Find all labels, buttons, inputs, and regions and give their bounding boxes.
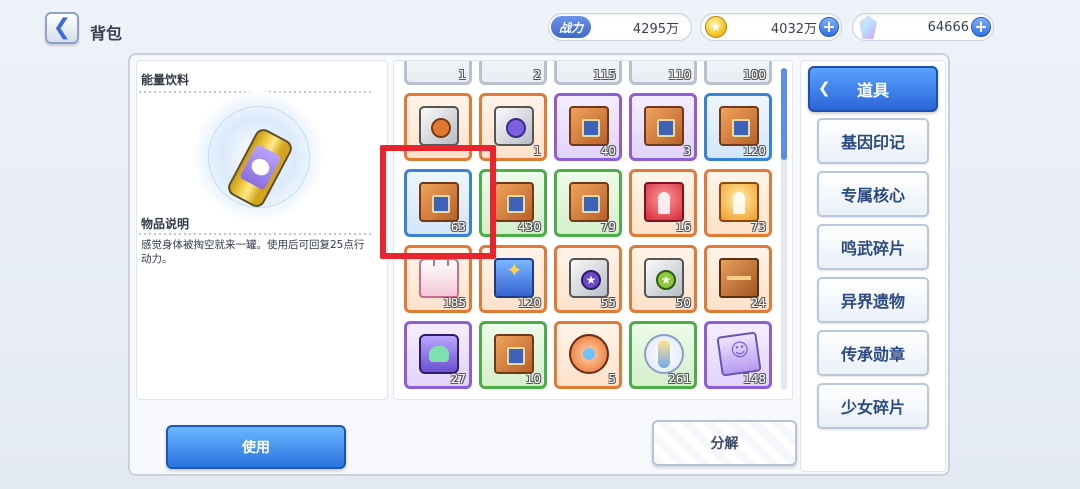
item-quantity: 27 [450, 372, 466, 386]
item-slot[interactable]: 79 [554, 169, 622, 237]
tab-items[interactable]: ❮ 道具 [808, 66, 938, 112]
item-slot[interactable]: 40 [554, 93, 622, 161]
item-quantity: 110 [668, 68, 691, 82]
page-title: 背包 [90, 24, 123, 43]
item-quantity: 16 [675, 220, 691, 234]
item-slot[interactable]: 55 [554, 245, 622, 313]
tab-items-label: 道具 [856, 81, 889, 100]
item-slot[interactable]: 261 [629, 321, 697, 389]
item-slot[interactable]: 2 [479, 61, 547, 85]
item-icon [569, 182, 609, 222]
tab-exclusive-core[interactable]: 专属核心 [817, 171, 929, 217]
item-icon [644, 334, 684, 374]
item-icon [644, 258, 684, 298]
item-icon [719, 258, 759, 298]
selection-highlight [380, 145, 496, 259]
item-icon [419, 106, 459, 146]
item-quantity: 120 [518, 296, 541, 310]
item-quantity: 120 [743, 144, 766, 158]
item-quantity: 100 [743, 68, 766, 82]
item-icon [719, 106, 759, 146]
item-icon [569, 106, 609, 146]
item-slot[interactable]: 1 [404, 61, 472, 85]
item-quantity: 261 [668, 372, 691, 386]
item-quantity: 79 [600, 220, 616, 234]
tab-legacy-medal[interactable]: 传承勋章 [817, 330, 929, 376]
gem-display: 64666 + [852, 13, 994, 41]
item-icon [494, 258, 534, 298]
item-quantity: 1 [458, 68, 466, 82]
item-icon [494, 106, 534, 146]
item-quantity: 1 [533, 144, 541, 158]
tab-girl-shard[interactable]: 少女碎片 [817, 383, 929, 429]
item-icon [719, 182, 759, 222]
tab-otherworld-relic[interactable]: 异界遗物 [817, 277, 929, 323]
item-slot[interactable]: 27 [404, 321, 472, 389]
description-text: 感觉身体被掏空就来一罐。使用后可回复25点行动力。 [141, 239, 365, 265]
item-quantity: 50 [675, 296, 691, 310]
back-button[interactable]: ❮ [45, 12, 79, 44]
chevron-left-icon: ❮ [52, 15, 72, 40]
item-icon [716, 331, 762, 377]
item-quantity: 24 [750, 296, 766, 310]
item-quantity: 2 [533, 68, 541, 82]
item-quantity: 73 [750, 220, 766, 234]
item-icon [494, 334, 534, 374]
item-icon [569, 334, 609, 374]
item-slot[interactable]: 120 [704, 93, 772, 161]
gold-value: 4032万 [770, 21, 817, 37]
chevron-left-icon: ❮ [818, 79, 831, 97]
power-value: 4295万 [632, 21, 679, 37]
power-display: 战力 4295万 [548, 13, 692, 41]
item-quantity: 115 [593, 68, 616, 82]
item-quantity: 5 [608, 372, 616, 386]
item-icon [569, 258, 609, 298]
item-slot[interactable]: 148 [704, 321, 772, 389]
item-icon [419, 254, 459, 298]
item-quantity: 40 [600, 144, 616, 158]
crystal-icon [859, 15, 877, 39]
divider [139, 233, 371, 235]
item-name: 能量饮料 [141, 73, 190, 87]
item-icon [644, 182, 684, 222]
item-detail-panel: 能量饮料 物品说明 感觉身体被掏空就来一罐。使用后可回复25点行动力。 [136, 60, 388, 400]
tab-weapon-shard[interactable]: 鸣武碎片 [817, 224, 929, 270]
decompose-button[interactable]: 分解 [652, 420, 797, 466]
item-slot[interactable]: 10 [479, 321, 547, 389]
item-slot[interactable]: 50 [629, 245, 697, 313]
item-slot[interactable]: 73 [704, 169, 772, 237]
item-quantity: 185 [443, 296, 466, 310]
item-icon [644, 106, 684, 146]
gold-display: ★ 4032万 + [700, 13, 842, 41]
use-button[interactable]: 使用 [166, 425, 346, 469]
scrollbar-thumb[interactable] [781, 68, 787, 160]
add-gold-button[interactable]: + [819, 17, 839, 37]
item-slot[interactable]: 100 [704, 61, 772, 85]
item-slot[interactable]: 3 [629, 93, 697, 161]
item-icon [419, 334, 459, 374]
item-slot[interactable]: 5 [554, 321, 622, 389]
item-quantity: 430 [518, 220, 541, 234]
item-slot[interactable]: 115 [554, 61, 622, 85]
add-gem-button[interactable]: + [971, 17, 991, 37]
item-slot[interactable]: 24 [704, 245, 772, 313]
item-slot[interactable]: 110 [629, 61, 697, 85]
item-quantity: 3 [683, 144, 691, 158]
coin-icon: ★ [705, 16, 727, 38]
tab-gene-imprint[interactable]: 基因印记 [817, 118, 929, 164]
description-title: 物品说明 [141, 217, 190, 231]
gem-value: 64666 [927, 19, 969, 35]
power-badge: 战力 [551, 16, 591, 38]
item-slot[interactable]: 16 [629, 169, 697, 237]
item-quantity: 55 [600, 296, 616, 310]
item-quantity: 10 [525, 372, 541, 386]
item-icon [494, 182, 534, 222]
item-quantity: 148 [743, 372, 766, 386]
